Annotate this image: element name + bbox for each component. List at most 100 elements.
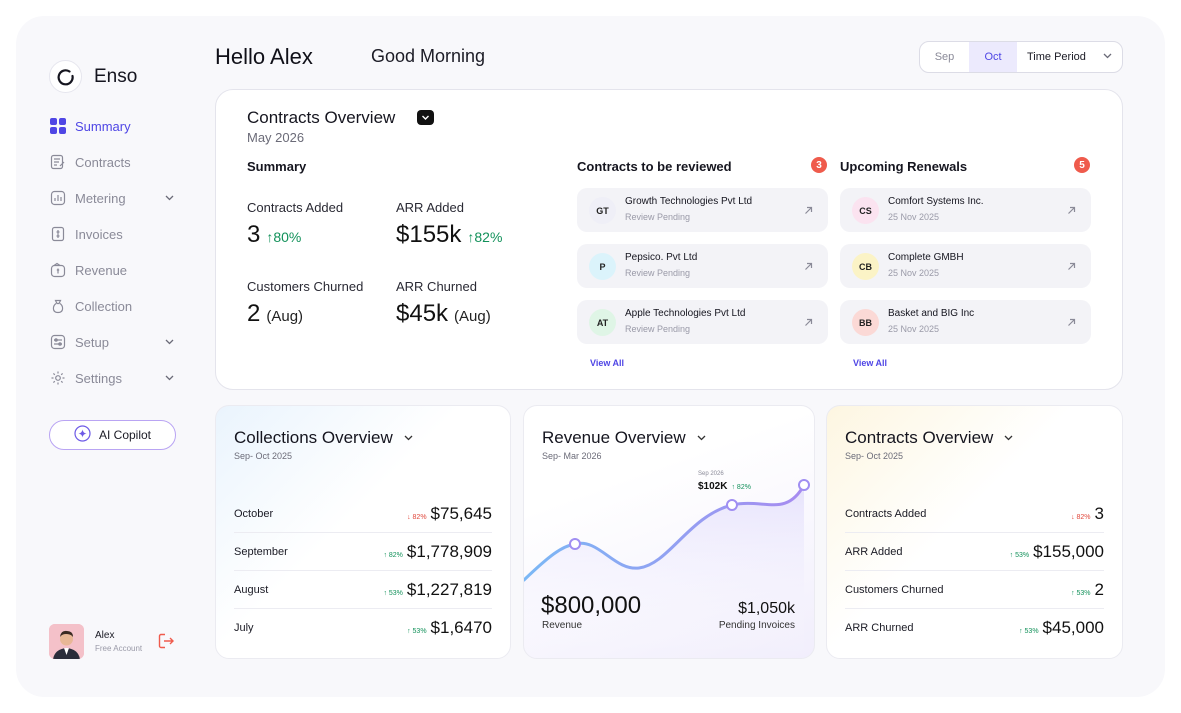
row-amount: $1,227,819 — [406, 579, 492, 599]
sidebar-item-invoices[interactable]: Invoices — [49, 216, 189, 252]
arrow-up-right-icon[interactable] — [803, 315, 814, 333]
chart-tooltip: $102K ↑ 82% — [698, 481, 751, 492]
revenue-total-label: Revenue — [542, 620, 583, 631]
stat-value: $155k — [396, 221, 462, 248]
stat-contracts-added: Contracts Added 3 ↑80% — [247, 200, 343, 249]
collection-row[interactable]: July ↑ 53% $1,6470 — [234, 609, 492, 647]
page-title: Hello Alex — [215, 44, 313, 69]
sidebar-item-summary[interactable]: Summary — [49, 108, 189, 144]
arrow-up-right-icon[interactable] — [803, 259, 814, 277]
ai-copilot-button[interactable]: AI Copilot — [49, 420, 176, 450]
row-change: ↓ 82% — [1071, 513, 1091, 521]
app-name: Enso — [94, 65, 138, 87]
card-title-row[interactable]: Collections Overview — [234, 428, 414, 448]
period-option-sep[interactable]: Sep — [920, 42, 969, 72]
sidebar-item-metering[interactable]: Metering — [49, 180, 189, 216]
contract-metric-row[interactable]: ARR Added ↑ 53% $155,000 — [845, 533, 1104, 571]
sidebar-item-settings[interactable]: Settings — [49, 360, 189, 396]
row-amount: $1,778,909 — [406, 541, 492, 561]
user-name: Alex — [95, 630, 115, 641]
sidebar-item-label: Summary — [75, 118, 131, 134]
company-initials: CB — [852, 253, 879, 280]
contract-metric-row[interactable]: Customers Churned ↑ 53% 2 — [845, 571, 1104, 609]
renewal-item[interactable]: CS Comfort Systems Inc. 25 Nov 2025 — [840, 188, 1091, 232]
stat-label: Contracts Added — [247, 200, 344, 215]
row-amount: 2 — [1094, 579, 1104, 599]
arrow-up-right-icon[interactable] — [1066, 315, 1077, 333]
stat-change: ↑82% — [467, 229, 503, 245]
time-period-label: Time Period — [1027, 51, 1086, 63]
sidebar-item-label: Metering — [75, 190, 126, 206]
item-status: Review Pending — [625, 268, 691, 278]
renewal-item[interactable]: CB Complete GMBH 25 Nov 2025 — [840, 244, 1091, 288]
stat-value: 3 — [247, 221, 261, 248]
item-status: 25 Nov 2025 — [888, 212, 940, 222]
contract-metric-row[interactable]: Contracts Added ↓ 82% 3 — [845, 495, 1104, 533]
arrow-up-right-icon[interactable] — [1066, 203, 1077, 221]
chevron-down-icon[interactable] — [164, 335, 175, 350]
company-name: Apple Technologies Pvt Ltd — [625, 308, 746, 319]
user-plan: Free Account — [95, 644, 143, 653]
company-name: Comfort Systems Inc. — [888, 196, 984, 207]
sidebar-item-label: Settings — [75, 370, 122, 386]
company-name: Pepsico. Pvt Ltd — [625, 252, 698, 263]
tooltip-value: $102K — [698, 481, 728, 492]
copilot-label: AI Copilot — [98, 428, 152, 442]
contracts-summary-card: Contracts Overview Sep- Oct 2025 Contrac… — [826, 405, 1123, 659]
renewal-item[interactable]: BB Basket and BIG Inc 25 Nov 2025 — [840, 300, 1091, 344]
user-profile[interactable]: Alex Free Account — [49, 624, 142, 659]
logout-icon[interactable] — [157, 632, 175, 655]
card-title-row[interactable]: Contracts Overview — [845, 428, 1014, 448]
contracts-overview-card: Contracts Overview May 2026 Summary Cont… — [215, 89, 1123, 390]
sidebar-item-setup[interactable]: Setup — [49, 324, 189, 360]
row-amount: $1,6470 — [430, 618, 492, 637]
arrow-up-right-icon[interactable] — [1066, 259, 1077, 277]
grid-icon — [49, 117, 67, 135]
row-change: ↑ 53% — [407, 628, 427, 635]
period-option-oct[interactable]: Oct — [969, 42, 1017, 72]
revenue-overview-card: Revenue Overview Sep- Mar 2026 Sep 2026 … — [523, 405, 815, 659]
item-status: Review Pending — [625, 212, 691, 222]
row-label: ARR Churned — [845, 622, 914, 634]
stat-value: $45k — [396, 300, 449, 327]
chevron-down-icon[interactable] — [417, 110, 434, 125]
chart-point[interactable] — [569, 538, 581, 550]
row-change: ↑ 53% — [1019, 628, 1039, 635]
card-title: Collections Overview — [234, 428, 393, 447]
review-item[interactable]: AT Apple Technologies Pvt Ltd Review Pendi… — [577, 300, 828, 344]
tooltip-change: ↑ 82% — [731, 484, 751, 491]
item-status: Review Pending — [625, 324, 691, 334]
contract-metric-row[interactable]: ARR Churned ↑ 53% $45,000 — [845, 609, 1104, 647]
stat-label: ARR Added — [396, 200, 464, 215]
revenue-total: $800,000 — [541, 592, 642, 619]
chart-point[interactable] — [798, 479, 810, 491]
card-date: May 2026 — [247, 130, 305, 145]
row-amount: 3 — [1094, 503, 1104, 523]
chart-point[interactable] — [726, 499, 738, 511]
money-bag-icon — [49, 297, 67, 315]
company-initials: AT — [589, 309, 616, 336]
collections-overview-card: Collections Overview Sep- Oct 2025 Octob… — [215, 405, 511, 659]
collection-row[interactable]: October ↓ 82% $75,645 — [234, 495, 492, 533]
review-view-all-link[interactable]: View All — [590, 358, 624, 368]
sidebar-item-contracts[interactable]: Contracts — [49, 144, 189, 180]
item-status: 25 Nov 2025 — [888, 324, 940, 334]
row-amount: $75,645 — [430, 503, 492, 523]
app-logo[interactable]: Enso — [49, 60, 137, 93]
renewals-view-all-link[interactable]: View All — [853, 358, 887, 368]
collection-row[interactable]: September ↑ 82% $1,778,909 — [234, 533, 492, 571]
stat-arr-churned: ARR Churned $45k (Aug) — [396, 279, 491, 328]
time-period-dropdown[interactable]: Time Period — [1017, 42, 1122, 72]
arrow-up-right-icon[interactable] — [803, 203, 814, 221]
sidebar-item-revenue[interactable]: Revenue — [49, 252, 189, 288]
chevron-down-icon[interactable] — [164, 191, 175, 206]
review-item[interactable]: GT Growth Technologies Pvt Ltd Review Pend… — [577, 188, 828, 232]
stat-label: ARR Churned — [396, 279, 477, 294]
wallet-icon — [49, 261, 67, 279]
review-item[interactable]: P Pepsico. Pvt Ltd Review Pending — [577, 244, 828, 288]
chevron-down-icon[interactable] — [164, 371, 175, 386]
collection-row[interactable]: August ↑ 53% $1,227,819 — [234, 571, 492, 609]
row-amount: $155,000 — [1033, 541, 1104, 561]
sidebar-item-collection[interactable]: Collection — [49, 288, 189, 324]
row-label: September — [234, 545, 288, 558]
